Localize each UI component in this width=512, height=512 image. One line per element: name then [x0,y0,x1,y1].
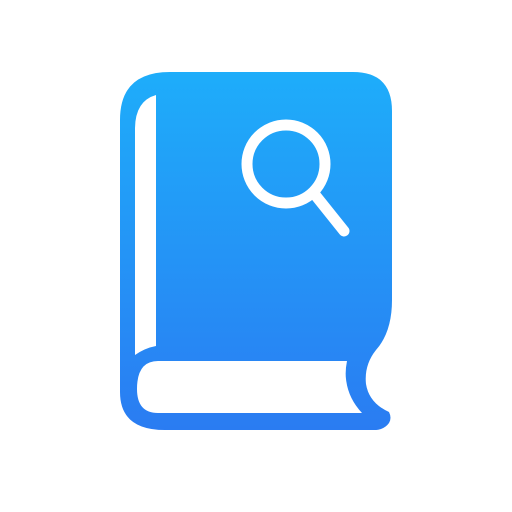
book-pages [137,361,362,413]
app-icon-canvas [0,0,512,512]
book-search-icon [120,72,392,430]
book-spine-highlight [135,95,156,355]
